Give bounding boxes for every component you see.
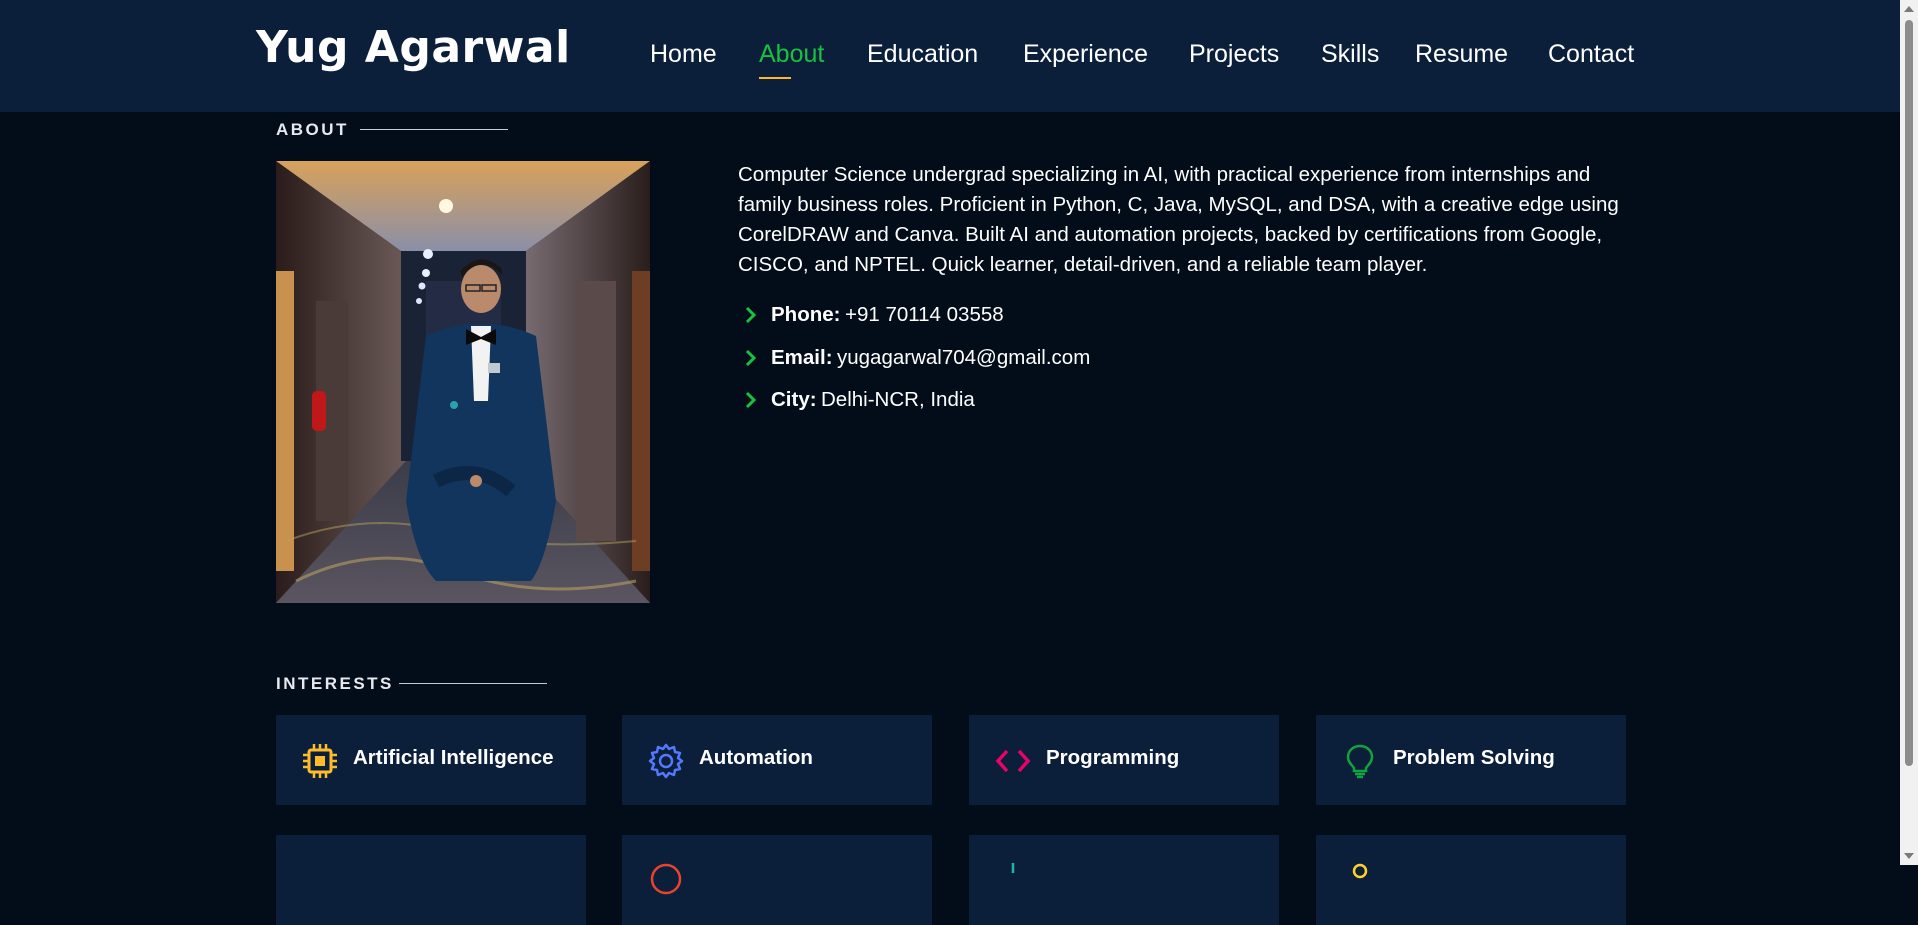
scroll-thumb[interactable] — [1905, 20, 1913, 766]
partial-icon — [1011, 863, 1015, 873]
about-description: Computer Science undergrad specializing … — [738, 163, 1619, 276]
site-header: Yug Agarwal Home About Education Experie… — [0, 0, 1900, 112]
city-value: Delhi-NCR, India — [821, 388, 975, 411]
page-scrollbar[interactable] — [1900, 0, 1918, 865]
city-label: City: — [771, 388, 817, 411]
interest-card-problem-solving[interactable]: Problem Solving — [1316, 715, 1626, 805]
interests-section-title: INTERESTS — [276, 674, 394, 693]
lightbulb-icon — [1346, 744, 1374, 779]
interest-card-ai[interactable]: Artificial Intelligence — [276, 715, 586, 805]
nav-experience[interactable]: Experience — [1023, 40, 1148, 79]
interest-card[interactable] — [1316, 835, 1626, 925]
scroll-down-arrow-icon[interactable] — [1904, 853, 1914, 859]
interest-label: Automation — [699, 746, 813, 769]
nav-about[interactable]: About — [759, 40, 824, 79]
nav-education[interactable]: Education — [867, 40, 978, 79]
nav-about-label: About — [759, 40, 825, 68]
chevron-right-icon — [745, 391, 757, 409]
interest-label: Artificial Intelligence — [353, 746, 554, 769]
code-icon — [995, 749, 1031, 773]
scroll-up-arrow-icon[interactable] — [1904, 6, 1914, 12]
interests-title-divider — [399, 683, 547, 684]
interest-card[interactable] — [969, 835, 1279, 925]
about-title-divider — [360, 129, 508, 130]
interest-card[interactable] — [622, 835, 932, 925]
interest-label: Programming — [1046, 746, 1180, 769]
about-section-title: ABOUT — [276, 120, 349, 139]
gear-icon — [648, 743, 684, 779]
phone-label: Phone: — [771, 303, 841, 326]
email-label: Email: — [771, 346, 833, 369]
email-value[interactable]: yugagarwal704@gmail.com — [837, 346, 1090, 370]
chevron-right-icon — [745, 349, 757, 367]
nav-resume[interactable]: Resume — [1415, 40, 1508, 79]
interest-card-automation[interactable]: Automation — [622, 715, 932, 805]
profile-photo-illustration — [276, 161, 650, 603]
partial-icon — [1352, 863, 1368, 879]
nav-contact[interactable]: Contact — [1548, 40, 1634, 79]
interest-card[interactable] — [276, 835, 586, 925]
nav-projects[interactable]: Projects — [1189, 40, 1279, 79]
nav-home[interactable]: Home — [650, 40, 717, 79]
chevron-right-icon — [745, 306, 757, 324]
interest-label: Problem Solving — [1393, 746, 1555, 769]
profile-photo — [276, 161, 650, 603]
cpu-chip-icon — [303, 744, 337, 778]
site-logo[interactable]: Yug Agarwal — [256, 22, 571, 73]
phone-value: +91 70114 03558 — [845, 303, 1004, 326]
nav-skills[interactable]: Skills — [1321, 40, 1379, 79]
partial-icon — [650, 863, 682, 895]
interest-card-programming[interactable]: Programming — [969, 715, 1279, 805]
active-nav-underline — [759, 77, 791, 79]
